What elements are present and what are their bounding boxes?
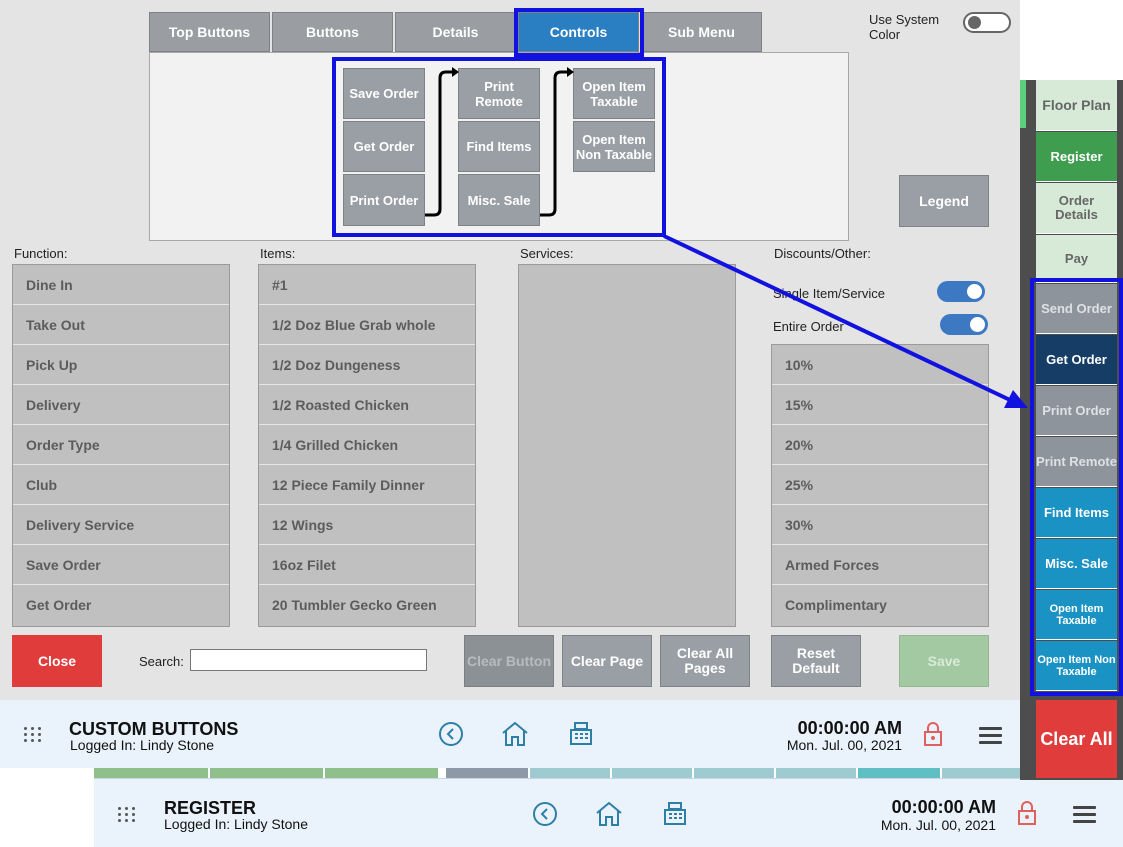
screen: REGISTER Logged In: Lindy Stone 00:00:00…	[0, 0, 1123, 847]
annotation-arrow-icon	[663, 234, 1028, 408]
